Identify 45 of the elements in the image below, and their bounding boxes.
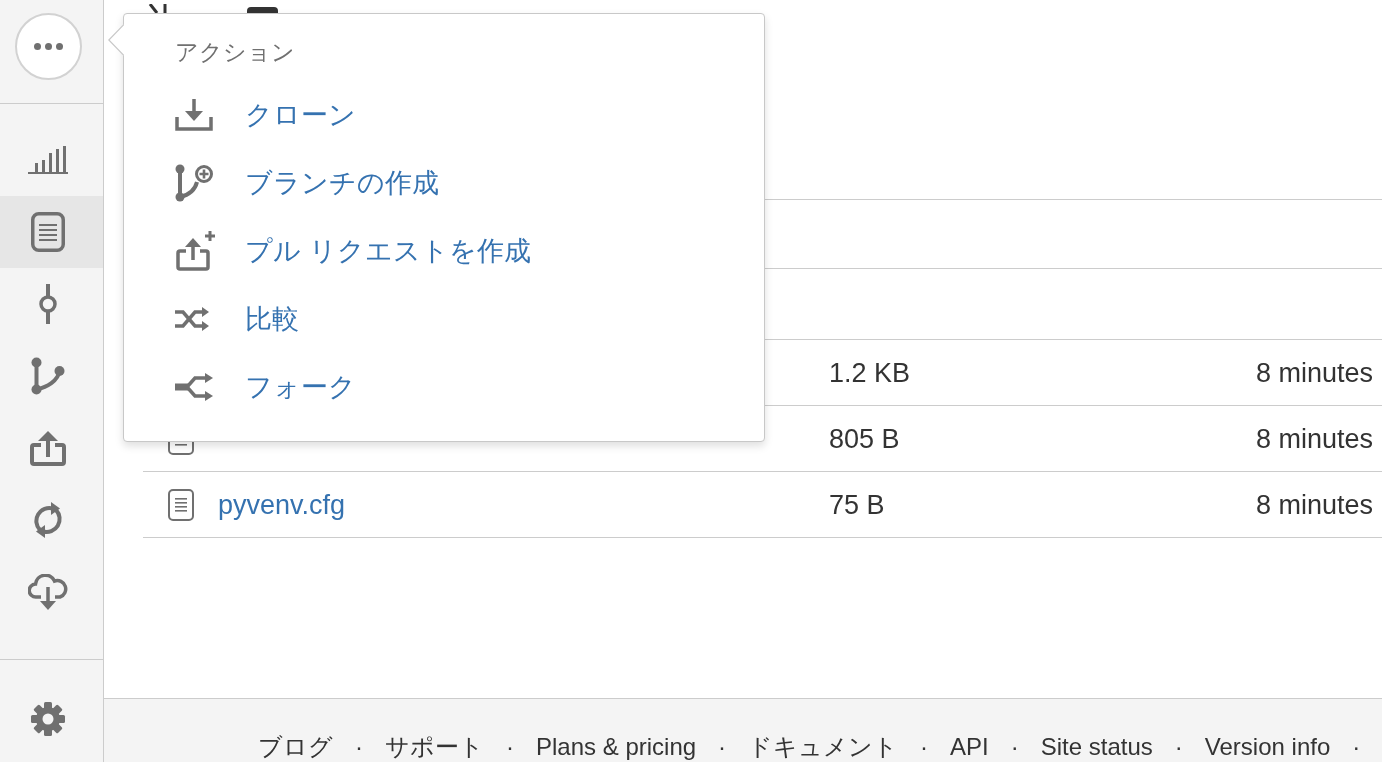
modified-time: 8 minutes [1255,357,1373,388]
separator: · [1352,734,1361,760]
separator: · [1174,734,1183,760]
menu-heading: アクション [175,38,295,67]
footer-link[interactable]: Version info [1204,734,1331,760]
file-size: 1.2 KB [829,357,911,388]
menu-item[interactable]: クローン [175,81,356,149]
separator: · [718,734,727,760]
upload-icon [30,430,66,466]
menu-item[interactable]: プル リクエストを作成 [175,217,531,285]
partial-icon [148,4,168,13]
file-size: 805 B [829,423,900,454]
file-name-link[interactable]: pyvenv.cfg [218,489,346,520]
separator: · [1010,734,1019,760]
footer-link[interactable]: Plans & pricing [536,734,697,760]
menu-item[interactable]: ブランチの作成 [175,149,439,217]
download-icon [175,99,213,131]
file-size: 75 B [829,489,885,520]
menu-item[interactable]: 比較 [175,285,299,353]
file-icon [168,488,194,521]
separator: · [355,734,363,760]
separator: · [506,734,514,760]
bar-chart-icon [28,146,68,174]
footer-link[interactable]: ブログ [258,734,333,760]
modified-time: 8 minutes [1255,489,1373,520]
split-arrow-icon [175,373,213,401]
upload-plus-icon [175,231,215,271]
footer-link[interactable]: API [950,734,989,760]
commit-icon [38,284,58,324]
nav-item[interactable] [0,196,103,268]
branch-plus-icon [175,164,213,202]
footer-link[interactable]: Site status [1040,734,1153,760]
footer-link[interactable]: ドキュメント [748,734,899,760]
shuffle-icon [175,307,209,331]
footer-link[interactable]: サポート [385,734,484,760]
partial-icon [247,7,278,13]
settings-icon[interactable] [30,701,66,737]
more-icon [33,43,63,50]
modified-time: 8 minutes [1255,423,1373,454]
sync-icon [31,500,65,540]
cloud-download-icon [28,573,68,611]
document-icon [31,212,65,252]
branch-icon [31,357,65,395]
separator: · [920,734,929,760]
menu-item[interactable]: フォーク [175,353,356,421]
